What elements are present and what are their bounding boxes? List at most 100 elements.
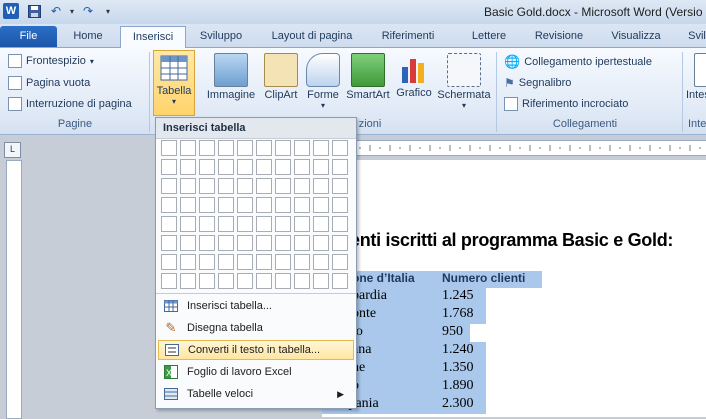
table-grid-cell[interactable]: [218, 197, 234, 213]
save-icon[interactable]: [26, 3, 42, 19]
table-grid-cell[interactable]: [332, 273, 348, 289]
table-grid-cell[interactable]: [161, 140, 177, 156]
table-grid-cell[interactable]: [161, 159, 177, 175]
table-grid-cell[interactable]: [275, 197, 291, 213]
table-grid-cell[interactable]: [313, 197, 329, 213]
undo-icon[interactable]: ↶: [48, 3, 64, 19]
table-grid-cell[interactable]: [332, 216, 348, 232]
tab-inserisci[interactable]: Inserisci: [120, 26, 186, 48]
table-grid-cell[interactable]: [218, 140, 234, 156]
table-grid-cell[interactable]: [237, 254, 253, 270]
grafico-button[interactable]: Grafico: [393, 50, 435, 116]
table-grid-cell[interactable]: [237, 140, 253, 156]
table-grid-cell[interactable]: [180, 216, 196, 232]
table-grid-cell[interactable]: [256, 178, 272, 194]
table-grid-cell[interactable]: [313, 140, 329, 156]
table-grid-cell[interactable]: [161, 254, 177, 270]
tab-layout[interactable]: Layout di pagina: [262, 26, 362, 47]
table-grid-cell[interactable]: [256, 159, 272, 175]
table-grid-cell[interactable]: [313, 159, 329, 175]
collegamento-ipertestuale-button[interactable]: 🌐 Collegamento ipertestuale: [504, 54, 652, 70]
table-grid-cell[interactable]: [180, 197, 196, 213]
table-grid-cell[interactable]: [294, 216, 310, 232]
table-grid-cell[interactable]: [199, 159, 215, 175]
table-grid-cell[interactable]: [237, 197, 253, 213]
table-grid-cell[interactable]: [313, 254, 329, 270]
table-grid-cell[interactable]: [237, 216, 253, 232]
tab-revisione[interactable]: Revisione: [524, 26, 594, 47]
table-grid-cell[interactable]: [313, 178, 329, 194]
table-grid-cell[interactable]: [180, 273, 196, 289]
table-grid-cell[interactable]: [275, 273, 291, 289]
table-grid-cell[interactable]: [294, 235, 310, 251]
table-grid-cell[interactable]: [218, 273, 234, 289]
table-grid-cell[interactable]: [180, 140, 196, 156]
menu-item-converti-testo[interactable]: Converti il testo in tabella...: [158, 340, 354, 360]
word-app-icon[interactable]: W: [3, 3, 19, 19]
menu-item-disegna-tabella[interactable]: ✎ Disegna tabella: [158, 318, 354, 338]
table-grid-cell[interactable]: [161, 216, 177, 232]
table-grid-cell[interactable]: [161, 197, 177, 213]
table-grid-cell[interactable]: [199, 273, 215, 289]
schermata-button[interactable]: Schermata ▾: [436, 50, 492, 116]
tab-sviluppo-2[interactable]: Svil: [682, 26, 706, 47]
table-grid-cell[interactable]: [199, 178, 215, 194]
table-grid-cell[interactable]: [294, 140, 310, 156]
frontespizio-button[interactable]: Frontespizio ▾: [8, 54, 94, 68]
table-grid-cell[interactable]: [332, 235, 348, 251]
table-grid-cell[interactable]: [237, 159, 253, 175]
clipart-button[interactable]: ClipArt: [261, 50, 301, 116]
table-grid-cell[interactable]: [218, 235, 234, 251]
table-grid-cell[interactable]: [275, 216, 291, 232]
smartart-button[interactable]: SmartArt: [344, 50, 392, 116]
intestazione-button[interactable]: Intesta: [686, 50, 706, 116]
table-grid-cell[interactable]: [294, 197, 310, 213]
table-grid-cell[interactable]: [256, 197, 272, 213]
table-grid-cell[interactable]: [275, 254, 291, 270]
table-grid-cell[interactable]: [332, 197, 348, 213]
table-grid-cell[interactable]: [313, 216, 329, 232]
table-grid-cell[interactable]: [180, 254, 196, 270]
table-grid-cell[interactable]: [294, 159, 310, 175]
table-grid-cell[interactable]: [294, 178, 310, 194]
table-grid-cell[interactable]: [237, 178, 253, 194]
menu-item-inserisci-tabella[interactable]: Inserisci tabella...: [158, 296, 354, 316]
table-grid-cell[interactable]: [180, 235, 196, 251]
table-grid-cell[interactable]: [180, 178, 196, 194]
table-grid-cell[interactable]: [199, 216, 215, 232]
table-grid-cell[interactable]: [199, 254, 215, 270]
table-grid-cell[interactable]: [199, 140, 215, 156]
tab-selector[interactable]: L: [4, 142, 21, 158]
undo-dropdown-icon[interactable]: ▾: [64, 3, 80, 19]
table-grid-cell[interactable]: [332, 140, 348, 156]
table-grid-cell[interactable]: [275, 159, 291, 175]
immagine-button[interactable]: Immagine: [205, 50, 257, 116]
table-grid-cell[interactable]: [294, 273, 310, 289]
table-grid-cell[interactable]: [161, 178, 177, 194]
table-grid-cell[interactable]: [218, 254, 234, 270]
table-grid-cell[interactable]: [161, 235, 177, 251]
table-grid-cell[interactable]: [237, 273, 253, 289]
table-grid-cell[interactable]: [275, 140, 291, 156]
table-size-grid[interactable]: [161, 140, 348, 289]
table-grid-cell[interactable]: [332, 178, 348, 194]
riferimento-incrociato-button[interactable]: Riferimento incrociato: [504, 97, 628, 111]
customize-icon[interactable]: ▾: [100, 3, 116, 19]
segnalibro-button[interactable]: ⚑ Segnalibro: [504, 76, 571, 90]
table-grid-cell[interactable]: [199, 235, 215, 251]
table-grid-cell[interactable]: [256, 140, 272, 156]
tab-home[interactable]: Home: [62, 26, 114, 47]
menu-item-foglio-excel[interactable]: X Foglio di lavoro Excel: [158, 362, 354, 382]
pagina-vuota-button[interactable]: Pagina vuota: [8, 76, 90, 90]
table-grid-cell[interactable]: [218, 216, 234, 232]
forme-button[interactable]: Forme ▾: [303, 50, 343, 116]
table-grid-cell[interactable]: [256, 216, 272, 232]
tab-sviluppo[interactable]: Sviluppo: [190, 26, 252, 47]
table-grid-cell[interactable]: [199, 197, 215, 213]
table-grid-cell[interactable]: [161, 273, 177, 289]
tabella-button[interactable]: Tabella ▾: [153, 50, 195, 116]
table-grid-cell[interactable]: [256, 273, 272, 289]
tab-file[interactable]: File: [0, 26, 57, 47]
table-grid-cell[interactable]: [275, 178, 291, 194]
table-grid-cell[interactable]: [180, 159, 196, 175]
